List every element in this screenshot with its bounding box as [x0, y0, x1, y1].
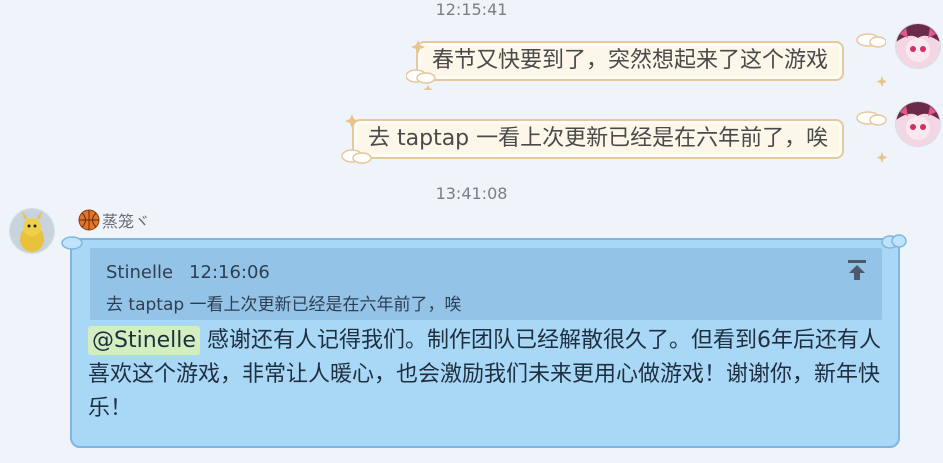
sender-name-row: 蒸笼ヾ [78, 207, 150, 233]
avatar[interactable] [896, 24, 940, 68]
pin-to-top-icon[interactable] [846, 258, 868, 282]
mention-tag[interactable]: @Stinelle [88, 326, 200, 355]
bubble-decoration-icon [406, 33, 886, 90]
avatar[interactable] [896, 102, 940, 146]
sender-name[interactable]: 蒸笼ヾ [102, 208, 150, 232]
avatar-image-icon [896, 102, 940, 146]
quote-author: Stinelle [106, 262, 174, 283]
quote-text: 去 taptap 一看上次更新已经是在六年前了，唉 [106, 295, 462, 315]
avatar-image-icon [896, 24, 940, 68]
reply-body: 感谢还有人记得我们。制作团队已经解散很久了。但看到6年后还有人喜欢这个游戏，非常… [88, 328, 881, 421]
sender-avatar[interactable] [10, 209, 54, 253]
avatar-image-icon [10, 209, 54, 253]
bubble-decoration-icon [341, 111, 888, 164]
quoted-message[interactable]: Stinelle 12:16:06 去 taptap 一看上次更新已经是在六年前了… [90, 248, 882, 320]
bubble-cloud-icon [61, 236, 83, 250]
quote-header: Stinelle 12:16:06 [106, 262, 270, 283]
quote-time: 12:16:06 [189, 262, 270, 283]
basketball-icon [78, 209, 100, 231]
timestamp-2: 13:41:08 [435, 184, 508, 203]
bubble-cloud-icon [881, 234, 907, 249]
reply-text: @Stinelle 感谢还有人记得我们。制作团队已经解散很久了。但看到6年后还有… [88, 324, 884, 426]
timestamp-1: 12:15:41 [435, 0, 508, 19]
reply-message-bubble[interactable]: Stinelle 12:16:06 去 taptap 一看上次更新已经是在六年前了… [61, 234, 907, 448]
